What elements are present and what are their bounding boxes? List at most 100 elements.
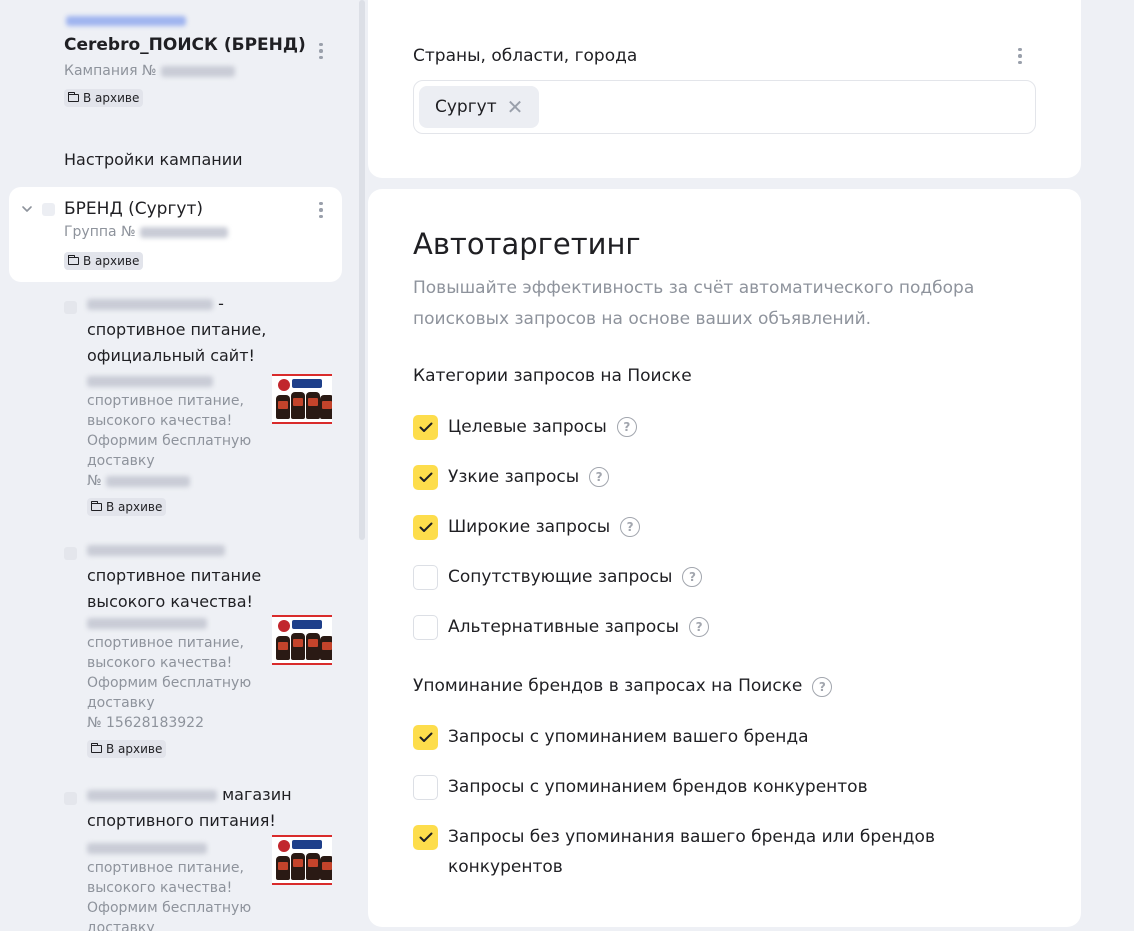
checkbox-label[interactable]: Запросы с упоминанием вашего бренда <box>448 722 809 752</box>
ad-description: спортивное питание, высокого качества! О… <box>87 838 267 931</box>
brand-checkbox-competitors[interactable]: Запросы с упоминанием брендов конкуренто… <box>413 775 868 802</box>
ad-description: спортивное питание, высокого качества! О… <box>87 613 267 759</box>
regions-label: Страны, области, города <box>413 46 638 66</box>
checkbox-label[interactable]: Запросы без упоминания вашего бренда или… <box>448 822 988 882</box>
ad-thumbnail-image <box>272 615 332 665</box>
help-icon[interactable]: ? <box>689 617 710 637</box>
ad-item[interactable]: магазин спортивного питания! спортивное … <box>64 782 339 931</box>
ad-thumbnail-image <box>272 835 332 885</box>
checkmark-icon <box>419 522 432 532</box>
scrollbar-thumb[interactable] <box>359 0 365 540</box>
archive-badge: В архиве <box>87 740 167 758</box>
campaign-number-label: Кампания № <box>64 63 157 79</box>
checkbox-checked[interactable] <box>413 515 438 540</box>
category-checkbox-related[interactable]: Сопутствующие запросы ? <box>413 562 703 592</box>
region-chip: Сургут ✕ <box>419 86 540 128</box>
group-title: БРЕНД (Сургут) <box>64 199 204 219</box>
folder-icon <box>67 92 79 102</box>
region-chip-label: Сургут <box>435 97 497 117</box>
ad-description-line: высокого качества! <box>87 880 233 896</box>
blurred-text <box>87 842 207 854</box>
archive-badge-label: В архиве <box>83 91 140 105</box>
checkbox-label[interactable]: Узкие запросы <box>448 462 579 492</box>
ad-thumbnail-image <box>272 374 332 424</box>
checkbox-checked[interactable] <box>413 415 438 440</box>
campaign-id-link[interactable] <box>66 10 344 29</box>
ad-description-line: спортивное питание, <box>87 635 244 651</box>
close-icon[interactable]: ✕ <box>507 97 524 117</box>
ad-item[interactable]: - спортивное питание, официальный сайт! … <box>64 291 339 521</box>
archive-badge: В архиве <box>87 498 167 516</box>
ad-description-line: доставку <box>87 695 155 711</box>
checkbox-checked[interactable] <box>413 725 438 750</box>
group-menu-icon[interactable] <box>313 199 329 221</box>
checkbox-label[interactable]: Альтернативные запросы <box>448 612 679 642</box>
help-icon[interactable]: ? <box>589 467 610 487</box>
blurred-text <box>87 617 207 629</box>
category-checkbox-broad[interactable]: Широкие запросы ? <box>413 512 641 542</box>
brand-checkbox-own[interactable]: Запросы с упоминанием вашего бренда <box>413 725 809 752</box>
help-icon[interactable]: ? <box>616 417 637 437</box>
category-checkbox-alternative[interactable]: Альтернативные запросы ? <box>413 612 710 642</box>
regions-menu-icon[interactable] <box>1012 45 1028 67</box>
checkbox-unchecked[interactable] <box>413 615 438 640</box>
category-checkbox-narrow[interactable]: Узкие запросы ? <box>413 462 610 492</box>
group-card[interactable]: БРЕНД (Сургут) Группа № В архиве <box>9 187 342 282</box>
checkbox-label[interactable]: Запросы с упоминанием брендов конкуренто… <box>448 772 868 802</box>
checkmark-icon <box>419 732 432 742</box>
group-number-label: Группа № <box>64 224 136 240</box>
autotargeting-description: Повышайте эффективность за счёт автомати… <box>413 278 975 329</box>
regions-input[interactable]: Сургут ✕ <box>413 80 1036 134</box>
checkbox-label[interactable]: Широкие запросы <box>448 512 610 542</box>
ad-description-line: Оформим бесплатную <box>87 900 252 916</box>
ad-title-text: спортивное питание высокого качества! <box>87 566 262 611</box>
group-checkbox[interactable] <box>42 203 55 216</box>
ad-description-line: высокого качества! <box>87 655 233 671</box>
campaign-menu-icon[interactable] <box>313 40 329 62</box>
categories-section-title-text: Категории запросов на Поиске <box>413 366 692 386</box>
checkbox-unchecked[interactable] <box>413 775 438 800</box>
ad-title: - спортивное питание, официальный сайт! <box>87 291 317 369</box>
blurred-text <box>87 545 225 556</box>
ad-description-line: спортивное питание, <box>87 393 244 409</box>
folder-icon <box>67 255 79 265</box>
brand-checkbox-none[interactable]: Запросы без упоминания вашего бренда или… <box>413 825 993 882</box>
blurred-text <box>140 226 229 238</box>
campaign-settings-link[interactable]: Настройки кампании <box>64 150 243 169</box>
checkbox-unchecked[interactable] <box>413 565 438 590</box>
archive-badge-label: В архиве <box>83 254 140 268</box>
ad-checkbox[interactable] <box>64 301 77 314</box>
ad-number: № 15628183922 <box>87 715 204 731</box>
campaign-title: Cerebro_ПОИСК (БРЕНД) <box>64 35 306 55</box>
campaign-number: Кампания № <box>64 63 344 79</box>
archive-badge-label: В архиве <box>106 742 163 756</box>
sidebar-scrollbar[interactable] <box>358 0 366 931</box>
folder-icon <box>90 501 102 511</box>
checkbox-checked[interactable] <box>413 465 438 490</box>
help-icon[interactable]: ? <box>620 517 641 537</box>
sidebar: Cerebro_ПОИСК (БРЕНД) Кампания № В архив… <box>0 0 358 931</box>
autotargeting-card: Автотаргетинг Повышайте эффективность за… <box>368 189 1081 927</box>
category-checkbox-targeted[interactable]: Целевые запросы ? <box>413 415 637 442</box>
group-number: Группа № <box>64 224 229 240</box>
ad-description-line: доставку <box>87 453 155 469</box>
regions-card: Страны, области, города Сургут ✕ <box>368 0 1081 178</box>
checkmark-icon <box>419 832 432 842</box>
ad-item[interactable]: спортивное питание высокого качества! сп… <box>64 537 339 767</box>
help-icon[interactable]: ? <box>812 677 833 697</box>
blurred-text <box>160 65 235 77</box>
ad-checkbox[interactable] <box>64 792 77 805</box>
checkmark-icon <box>419 422 432 432</box>
chevron-down-icon[interactable] <box>21 203 33 215</box>
help-icon[interactable]: ? <box>682 567 703 587</box>
checkbox-checked[interactable] <box>413 825 438 850</box>
brands-section-title-text: Упоминание брендов в запросах на Поиске <box>413 676 803 696</box>
ad-checkbox[interactable] <box>64 547 77 560</box>
campaign-header[interactable]: Cerebro_ПОИСК (БРЕНД) Кампания № В архив… <box>64 10 344 107</box>
blurred-text <box>66 15 186 26</box>
checkbox-label[interactable]: Целевые запросы <box>448 412 607 442</box>
ad-description: спортивное питание, высокого качества! О… <box>87 371 267 517</box>
ad-description-line: высокого качества! <box>87 413 233 429</box>
checkbox-label[interactable]: Сопутствующие запросы <box>448 562 672 592</box>
ad-title: спортивное питание высокого качества! <box>87 537 317 615</box>
